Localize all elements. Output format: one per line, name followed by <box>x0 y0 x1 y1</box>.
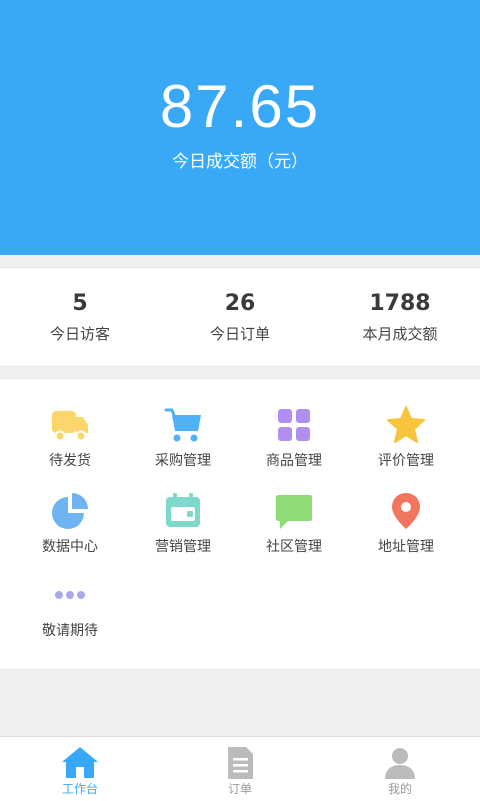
menu-item-reviews[interactable]: 评价管理 <box>346 405 466 471</box>
pie-chart-icon <box>50 491 90 531</box>
location-pin-icon <box>386 491 426 531</box>
star-icon <box>386 405 426 445</box>
menu-label: 营销管理 <box>155 539 211 555</box>
menu-label: 地址管理 <box>378 539 434 555</box>
menu-item-marketing[interactable]: 营销管理 <box>123 491 243 557</box>
menu-label: 敬请期待 <box>42 623 98 639</box>
user-icon <box>380 745 420 781</box>
stat-value: 26 <box>224 291 256 316</box>
home-icon <box>60 745 100 781</box>
tab-workbench[interactable]: 工作台 <box>0 737 160 801</box>
bottom-tab-bar: 工作台 订单 我的 <box>0 736 480 801</box>
today-revenue-label: 今日成交额（元） <box>172 152 308 172</box>
stat-label: 今日访客 <box>49 325 110 343</box>
menu-label: 评价管理 <box>378 453 434 469</box>
menu-label: 社区管理 <box>266 539 322 555</box>
menu-label: 数据中心 <box>42 539 98 555</box>
stat-monthly-revenue[interactable]: 1788 本月成交额 <box>320 268 480 366</box>
menu-item-coming-soon[interactable]: 敬请期待 <box>10 575 130 641</box>
function-menu: 待发货 采购管理 商品管理 评价管理 数据中心 营销管理 社区管理 地址管理 敬… <box>0 378 480 670</box>
grid-icon <box>274 405 314 445</box>
document-icon <box>220 745 260 781</box>
truck-icon <box>50 405 90 445</box>
tab-profile[interactable]: 我的 <box>320 737 480 801</box>
stats-panel: 5 今日访客 26 今日订单 1788 本月成交额 <box>0 267 480 367</box>
stat-value: 5 <box>72 291 88 316</box>
tab-orders[interactable]: 订单 <box>160 737 320 801</box>
stat-label: 本月成交额 <box>362 325 438 343</box>
menu-item-data-center[interactable]: 数据中心 <box>10 491 130 557</box>
menu-label: 商品管理 <box>266 453 322 469</box>
today-revenue-amount: 87.65 <box>159 73 321 140</box>
calendar-icon <box>163 491 203 531</box>
stat-orders[interactable]: 26 今日订单 <box>160 268 320 366</box>
tab-label: 我的 <box>387 782 412 796</box>
menu-item-community[interactable]: 社区管理 <box>234 491 354 557</box>
menu-item-products[interactable]: 商品管理 <box>234 405 354 471</box>
menu-item-purchase[interactable]: 采购管理 <box>123 405 243 471</box>
menu-item-address[interactable]: 地址管理 <box>346 491 466 557</box>
more-dots-icon <box>50 575 90 615</box>
menu-item-pending-shipment[interactable]: 待发货 <box>10 405 130 471</box>
chat-bubble-icon <box>274 491 314 531</box>
stat-label: 今日订单 <box>209 325 270 343</box>
cart-icon <box>163 405 203 445</box>
tab-label: 订单 <box>227 782 252 796</box>
tab-label: 工作台 <box>61 782 98 796</box>
stat-value: 1788 <box>369 291 431 316</box>
menu-label: 采购管理 <box>155 453 211 469</box>
revenue-header: 87.65 今日成交额（元） <box>0 0 480 255</box>
stat-visitors[interactable]: 5 今日访客 <box>0 268 160 366</box>
menu-label: 待发货 <box>49 453 91 469</box>
